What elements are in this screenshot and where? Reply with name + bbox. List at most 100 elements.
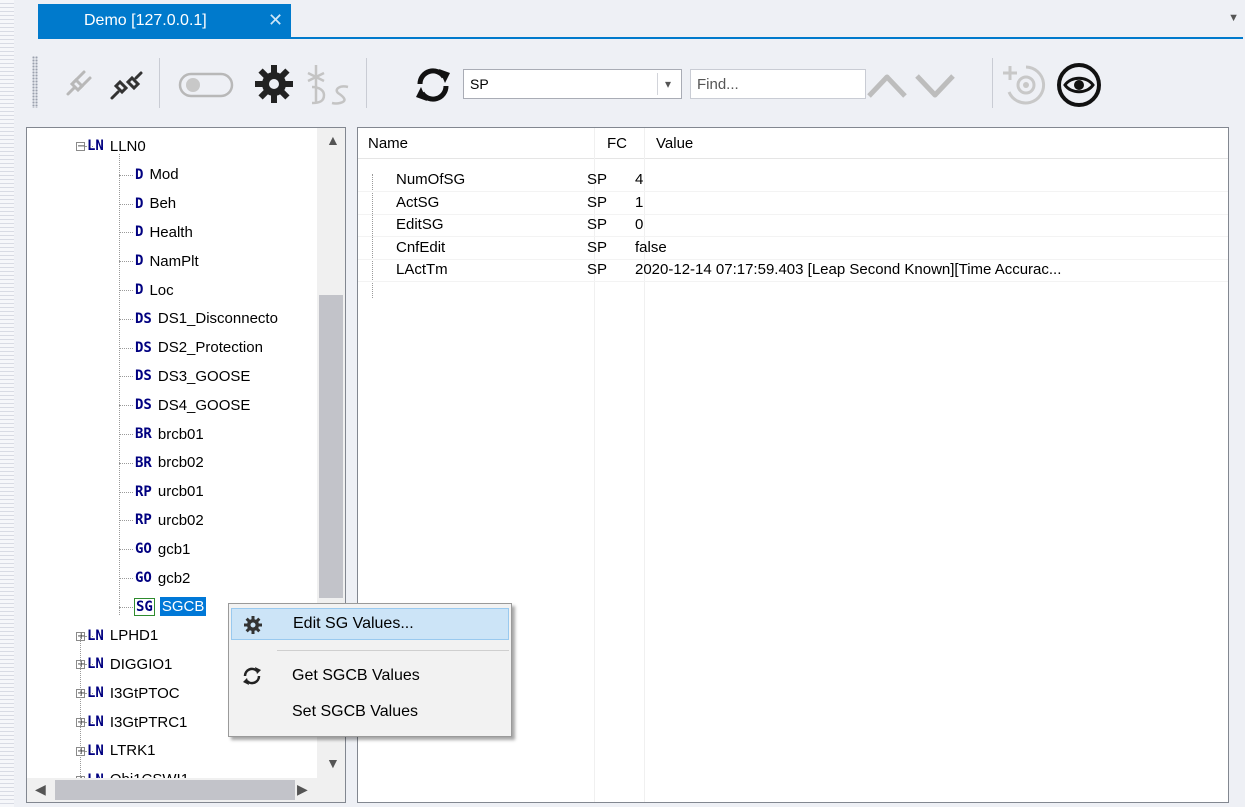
tree-node[interactable]: LN I3GtPTOC [87, 679, 180, 707]
tree-node[interactable]: BR brcb02 [135, 449, 204, 477]
tree-node[interactable]: DS DS4_GOOSE [135, 391, 250, 419]
node-type-tag: RP [135, 512, 152, 529]
refresh-icon [243, 667, 261, 685]
node-label: Loc [149, 281, 174, 299]
tree-node[interactable]: D Beh [135, 190, 176, 218]
set-sgcb-values-menu-item[interactable]: Set SGCB Values [231, 696, 509, 728]
node-label: Beh [149, 195, 177, 213]
node-label: NamPlt [149, 252, 199, 270]
tree-line [119, 232, 133, 234]
node-label: DS2_Protection [157, 339, 263, 357]
scroll-down-icon[interactable]: ▼ [326, 755, 340, 771]
menu-item-label: Get SGCB Values [292, 667, 420, 684]
tab-demo[interactable]: Demo [127.0.0.1] ✕ [38, 4, 291, 37]
tree-line [119, 154, 120, 615]
refresh-icon[interactable] [410, 62, 456, 108]
node-type-tag: GO [135, 541, 152, 558]
node-type-tag: GO [135, 570, 152, 586]
column-header-fc[interactable]: FC [607, 135, 627, 152]
scroll-right-icon[interactable]: ▶ [297, 781, 308, 798]
node-type-tag: SG [134, 597, 155, 616]
scrollbar-thumb[interactable] [55, 780, 295, 800]
tree-node[interactable]: D Loc [135, 276, 174, 304]
node-type-tag: D [135, 282, 144, 298]
arrow-down-icon[interactable] [912, 64, 958, 108]
toolbar-grip[interactable] [32, 56, 38, 108]
tree-line [80, 635, 81, 780]
node-label: LLN0 [109, 137, 146, 155]
menu-item-label: Edit SG Values... [293, 615, 414, 632]
scroll-up-icon[interactable]: ▲ [326, 132, 340, 148]
cell-fc: SP [587, 261, 608, 278]
watch-add-icon[interactable] [1000, 60, 1050, 110]
tree-node[interactable]: LN I3GtPTRC1 [87, 708, 187, 736]
tree-node[interactable]: SG SGCB [134, 593, 207, 621]
tree-node[interactable]: LN LLN0 [87, 132, 146, 160]
scrollbar-thumb[interactable] [319, 295, 343, 598]
tree-node[interactable]: D Health [135, 218, 193, 246]
toggle-switch-icon[interactable] [176, 68, 236, 102]
tab-overflow-chevron-icon[interactable]: ▼ [1228, 12, 1239, 24]
tree-line [119, 606, 133, 608]
cell-value: 2020-12-14 07:17:59.403 [Leap Second Kno… [635, 261, 1062, 278]
node-type-tag: DS [135, 397, 152, 414]
node-type-tag: DS [135, 368, 152, 385]
column-header-name[interactable]: Name [368, 135, 408, 152]
list-row[interactable]: ActSG SP 1 [358, 192, 1228, 215]
tree-horizontal-scrollbar[interactable]: ◀ ▶ [27, 778, 345, 802]
node-label: urcb02 [157, 511, 204, 529]
tree-node[interactable]: RP urcb01 [135, 478, 204, 506]
tree-node[interactable]: LN DIGGIO1 [87, 650, 172, 678]
tree-line [85, 664, 93, 666]
tree-node[interactable]: DS DS3_GOOSE [135, 362, 250, 390]
cell-name: CnfEdit [396, 238, 446, 256]
tree-node[interactable]: GO gcb1 [135, 535, 190, 563]
tree-node[interactable]: D Mod [135, 161, 179, 189]
settings-gear-icon[interactable] [250, 60, 298, 108]
disconnect-icon[interactable] [104, 62, 148, 106]
list-row[interactable]: EditSG SP 0 [358, 214, 1228, 237]
toolbar-separator [159, 58, 160, 108]
tree-node[interactable]: DS DS1_Disconnecto [135, 305, 278, 333]
tree-line [119, 376, 133, 378]
tree-node[interactable]: LN LPHD1 [87, 622, 158, 650]
tree-node[interactable]: BR brcb01 [135, 420, 204, 448]
collapse-icon[interactable]: − [76, 142, 85, 152]
tree-node[interactable]: GO gcb2 [135, 564, 190, 592]
list-row[interactable]: NumOfSG SP 4 [358, 169, 1228, 192]
toolbar-separator [366, 58, 367, 108]
chevron-down-icon[interactable]: ▾ [657, 73, 678, 95]
toolbar-separator [992, 58, 993, 108]
tree-node[interactable]: DS DS2_Protection [135, 334, 263, 362]
tree-line [85, 146, 93, 147]
edit-sg-values-menu-item[interactable]: Edit SG Values... [231, 608, 509, 640]
view-eye-icon[interactable] [1054, 60, 1104, 110]
tree-line [119, 174, 133, 176]
node-type-tag: D [135, 166, 144, 183]
dataset-icon[interactable] [302, 60, 358, 108]
arrow-up-icon[interactable] [864, 64, 910, 108]
node-label: Health [149, 223, 193, 241]
tree-node[interactable]: D NamPlt [135, 247, 199, 275]
column-header-value[interactable]: Value [656, 135, 693, 152]
list-row[interactable]: LActTm SP 2020-12-14 07:17:59.403 [Leap Se… [358, 259, 1228, 282]
scroll-left-icon[interactable]: ◀ [35, 781, 46, 798]
close-icon[interactable]: ✕ [268, 10, 283, 31]
node-label: gcb2 [157, 569, 191, 587]
node-label: gcb1 [157, 540, 191, 558]
fc-filter-select[interactable]: SP ▾ [463, 69, 682, 99]
node-label: LTRK1 [109, 742, 156, 760]
node-label: brcb01 [157, 425, 204, 443]
tree-node[interactable]: RP urcb02 [135, 506, 204, 534]
find-input[interactable]: Find... [690, 69, 866, 99]
list-row[interactable]: CnfEdit SP false [358, 237, 1228, 260]
cell-name: LActTm [396, 261, 448, 278]
tab-underline [38, 37, 1243, 39]
node-label: DS1_Disconnecto [157, 310, 278, 328]
get-sgcb-values-menu-item[interactable]: Get SGCB Values [231, 660, 509, 692]
node-type-tag: RP [135, 483, 152, 500]
cell-fc: SP [587, 171, 608, 188]
tree-node[interactable]: LN LTRK1 [87, 737, 155, 765]
node-type-tag: DS [135, 310, 152, 327]
connect-icon[interactable] [56, 62, 100, 106]
